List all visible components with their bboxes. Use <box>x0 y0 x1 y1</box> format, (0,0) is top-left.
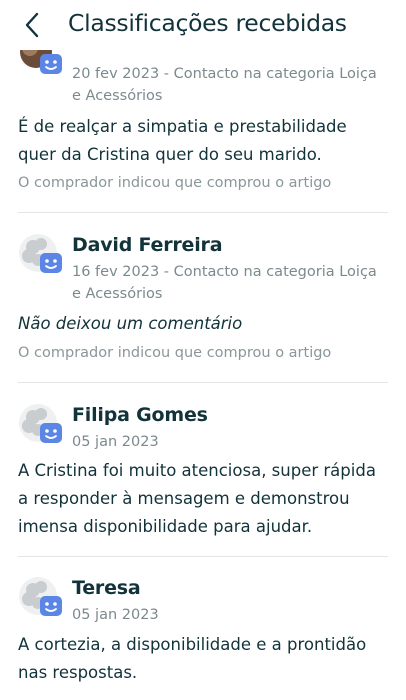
review-date: 05 jan 2023 <box>72 434 159 450</box>
purchase-note: O comprador indicou que comprou o artigo <box>18 345 332 361</box>
page-title: Classificações recebidas <box>68 9 347 37</box>
avatar[interactable] <box>18 403 64 447</box>
purchase-note: O comprador indicou que comprou o artigo <box>18 175 332 191</box>
app-header: Classificações recebidas <box>0 0 406 50</box>
review-comment: É de realçar a simpatia e prestabilidade… <box>18 117 347 164</box>
review-date-category: 20 fev 2023 - Contacto na categoria Loiç… <box>72 66 377 104</box>
reviewer-name[interactable]: David Ferreira <box>72 234 223 256</box>
reviewer-name[interactable]: Teresa <box>72 577 141 599</box>
review-comment: A Cristina foi muito atenciosa, super rá… <box>18 461 376 536</box>
review-date-category: 16 fev 2023 - Contacto na categoria Loiç… <box>72 264 377 302</box>
avatar[interactable] <box>18 576 64 620</box>
back-button[interactable] <box>18 10 48 40</box>
reviews-list[interactable]: 20 fev 2023 - Contacto na categoria Loiç… <box>0 0 406 700</box>
avatar[interactable] <box>18 233 64 277</box>
review-comment: A cortezia, a disponibilidade e a pronti… <box>18 635 367 682</box>
divider <box>18 382 388 383</box>
divider <box>18 212 388 213</box>
review-comment: Não deixou um comentário <box>18 314 243 333</box>
divider <box>18 556 388 557</box>
chevron-left-icon <box>25 12 39 38</box>
review-date: 05 jan 2023 <box>72 607 159 623</box>
reviewer-name[interactable]: Filipa Gomes <box>72 404 208 426</box>
